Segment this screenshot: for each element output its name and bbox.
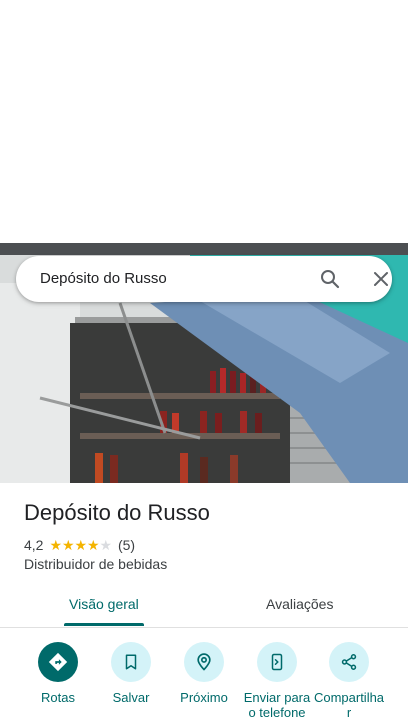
star-empty-icon: ★ xyxy=(99,537,113,553)
star-rating: ★ ★ ★ ★ ★ xyxy=(49,538,112,552)
send-to-phone-button[interactable]: Enviar para o telefone xyxy=(240,642,314,720)
save-label: Salvar xyxy=(112,690,150,705)
send-to-phone-icon xyxy=(257,642,297,682)
rating-row[interactable]: 4,2 ★ ★ ★ ★ ★ (5) xyxy=(24,536,135,554)
share-button[interactable]: Compartilhar xyxy=(312,642,386,720)
rating-value: 4,2 xyxy=(24,537,44,553)
bookmark-icon xyxy=(111,642,151,682)
tab-selected-indicator xyxy=(64,623,144,626)
star-icon: ★ xyxy=(49,537,63,553)
star-icon: ★ xyxy=(61,537,75,553)
close-icon[interactable] xyxy=(369,267,393,291)
map-area-blank xyxy=(0,0,408,243)
star-icon: ★ xyxy=(86,537,100,553)
review-count: (5) xyxy=(117,537,136,553)
search-bar[interactable]: Depósito do Russo xyxy=(16,256,392,302)
tabs-divider xyxy=(0,627,408,628)
directions-label: Rotas xyxy=(41,690,75,705)
search-icon[interactable] xyxy=(318,267,342,291)
star-icon: ★ xyxy=(74,537,88,553)
save-button[interactable]: Salvar xyxy=(94,642,168,705)
place-title: Depósito do Russo xyxy=(24,500,210,525)
directions-icon xyxy=(38,642,78,682)
share-label: Compartilhar xyxy=(313,690,385,720)
share-icon xyxy=(329,642,369,682)
nearby-button[interactable]: Próximo xyxy=(167,642,241,705)
tab-reviews[interactable]: Avaliações xyxy=(266,596,333,612)
place-category: Distribuidor de bebidas xyxy=(24,556,168,572)
send-to-phone-label: Enviar para o telefone xyxy=(243,690,311,720)
nearby-icon xyxy=(184,642,224,682)
directions-button[interactable]: Rotas xyxy=(21,642,95,705)
tab-overview[interactable]: Visão geral xyxy=(69,596,139,612)
nearby-label: Próximo xyxy=(180,690,228,705)
search-query-text[interactable]: Depósito do Russo xyxy=(40,270,167,287)
